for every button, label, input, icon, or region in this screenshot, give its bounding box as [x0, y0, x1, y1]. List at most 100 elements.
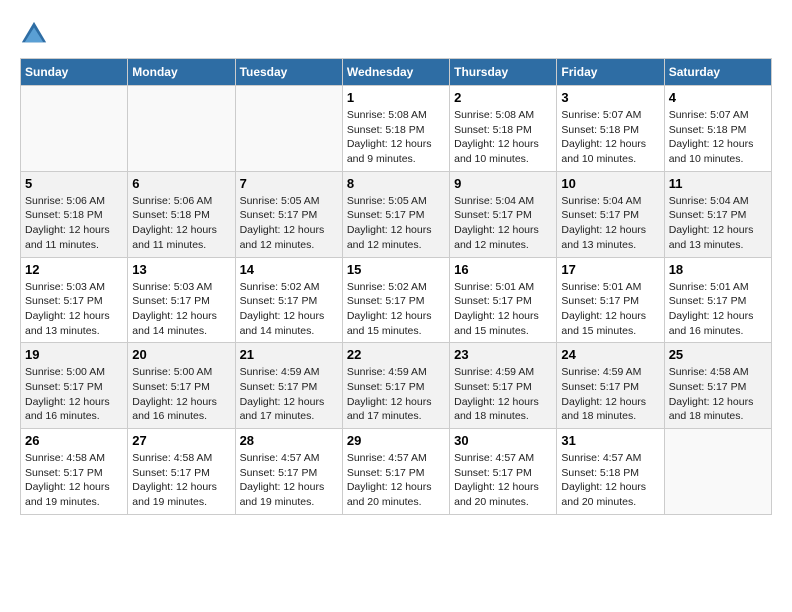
day-info: Sunrise: 4:57 AM Sunset: 5:17 PM Dayligh…: [240, 451, 338, 510]
day-info: Sunrise: 5:05 AM Sunset: 5:17 PM Dayligh…: [240, 194, 338, 253]
calendar-cell: 7 Sunrise: 5:05 AM Sunset: 5:17 PM Daylig…: [235, 171, 342, 257]
calendar-cell: [235, 86, 342, 172]
calendar-cell: 4 Sunrise: 5:07 AM Sunset: 5:18 PM Daylig…: [664, 86, 771, 172]
calendar-cell: 29 Sunrise: 4:57 AM Sunset: 5:17 PM Dayli…: [342, 429, 449, 515]
day-info: Sunrise: 4:58 AM Sunset: 5:17 PM Dayligh…: [669, 365, 767, 424]
calendar-cell: [664, 429, 771, 515]
calendar-cell: 11Sunrise: 5:04 AM Sunset: 5:17 PM Dayli…: [664, 171, 771, 257]
day-info: Sunrise: 5:02 AM Sunset: 5:17 PM Dayligh…: [240, 280, 338, 339]
calendar-cell: 13 Sunrise: 5:03 AM Sunset: 5:17 PM Dayli…: [128, 257, 235, 343]
day-number: 18: [669, 262, 767, 277]
logo: [20, 20, 52, 48]
calendar-cell: 8 Sunrise: 5:05 AM Sunset: 5:17 PM Daylig…: [342, 171, 449, 257]
day-info: Sunrise: 4:57 AM Sunset: 5:17 PM Dayligh…: [347, 451, 445, 510]
calendar-cell: [128, 86, 235, 172]
day-number: 31: [561, 433, 659, 448]
calendar-cell: 26Sunrise: 4:58 AM Sunset: 5:17 PM Dayli…: [21, 429, 128, 515]
day-info: Sunrise: 5:03 AM Sunset: 5:17 PM Dayligh…: [132, 280, 230, 339]
day-info: Sunrise: 4:59 AM Sunset: 5:17 PM Dayligh…: [347, 365, 445, 424]
day-info: Sunrise: 5:08 AM Sunset: 5:18 PM Dayligh…: [454, 108, 552, 167]
day-number: 22: [347, 347, 445, 362]
day-info: Sunrise: 5:07 AM Sunset: 5:18 PM Dayligh…: [561, 108, 659, 167]
calendar-cell: 31 Sunrise: 4:57 AM Sunset: 5:18 PM Dayli…: [557, 429, 664, 515]
calendar-cell: 15 Sunrise: 5:02 AM Sunset: 5:17 PM Dayli…: [342, 257, 449, 343]
day-info: Sunrise: 5:01 AM Sunset: 5:17 PM Dayligh…: [561, 280, 659, 339]
calendar-cell: 23 Sunrise: 4:59 AM Sunset: 5:17 PM Dayli…: [450, 343, 557, 429]
day-of-week-header: Wednesday: [342, 59, 449, 86]
day-number: 23: [454, 347, 552, 362]
calendar-week-row: 12 Sunrise: 5:03 AM Sunset: 5:17 PM Dayli…: [21, 257, 772, 343]
calendar-cell: 28 Sunrise: 4:57 AM Sunset: 5:17 PM Dayli…: [235, 429, 342, 515]
day-number: 24: [561, 347, 659, 362]
day-number: 16: [454, 262, 552, 277]
day-info: Sunrise: 5:00 AM Sunset: 5:17 PM Dayligh…: [132, 365, 230, 424]
day-info: Sunrise: 5:03 AM Sunset: 5:17 PM Dayligh…: [25, 280, 123, 339]
day-number: 29: [347, 433, 445, 448]
day-number: 6: [132, 176, 230, 191]
day-info: Sunrise: 4:59 AM Sunset: 5:17 PM Dayligh…: [561, 365, 659, 424]
day-info: Sunrise: 5:06 AM Sunset: 5:18 PM Dayligh…: [25, 194, 123, 253]
day-of-week-header: Thursday: [450, 59, 557, 86]
calendar-cell: 17 Sunrise: 5:01 AM Sunset: 5:17 PM Dayli…: [557, 257, 664, 343]
day-number: 1: [347, 90, 445, 105]
day-number: 2: [454, 90, 552, 105]
calendar-cell: [21, 86, 128, 172]
day-info: Sunrise: 5:01 AM Sunset: 5:17 PM Dayligh…: [454, 280, 552, 339]
calendar-cell: 12 Sunrise: 5:03 AM Sunset: 5:17 PM Dayli…: [21, 257, 128, 343]
logo-icon: [20, 20, 48, 48]
day-info: Sunrise: 5:08 AM Sunset: 5:18 PM Dayligh…: [347, 108, 445, 167]
day-info: Sunrise: 5:07 AM Sunset: 5:18 PM Dayligh…: [669, 108, 767, 167]
calendar-cell: 9 Sunrise: 5:04 AM Sunset: 5:17 PM Daylig…: [450, 171, 557, 257]
calendar-cell: 3 Sunrise: 5:07 AM Sunset: 5:18 PM Daylig…: [557, 86, 664, 172]
day-info: Sunrise: 4:59 AM Sunset: 5:17 PM Dayligh…: [454, 365, 552, 424]
day-info: Sunrise: 5:02 AM Sunset: 5:17 PM Dayligh…: [347, 280, 445, 339]
day-number: 4: [669, 90, 767, 105]
day-number: 9: [454, 176, 552, 191]
day-of-week-header: Friday: [557, 59, 664, 86]
calendar-week-row: 5Sunrise: 5:06 AM Sunset: 5:18 PM Daylig…: [21, 171, 772, 257]
day-info: Sunrise: 5:05 AM Sunset: 5:17 PM Dayligh…: [347, 194, 445, 253]
calendar-week-row: 19 Sunrise: 5:00 AM Sunset: 5:17 PM Dayli…: [21, 343, 772, 429]
day-number: 21: [240, 347, 338, 362]
calendar-cell: 25 Sunrise: 4:58 AM Sunset: 5:17 PM Dayli…: [664, 343, 771, 429]
day-info: Sunrise: 5:04 AM Sunset: 5:17 PM Dayligh…: [454, 194, 552, 253]
day-number: 7: [240, 176, 338, 191]
calendar-table: SundayMondayTuesdayWednesdayThursdayFrid…: [20, 58, 772, 515]
day-info: Sunrise: 5:00 AM Sunset: 5:17 PM Dayligh…: [25, 365, 123, 424]
day-number: 27: [132, 433, 230, 448]
day-info: Sunrise: 4:58 AM Sunset: 5:17 PM Dayligh…: [132, 451, 230, 510]
calendar-cell: 27 Sunrise: 4:58 AM Sunset: 5:17 PM Dayli…: [128, 429, 235, 515]
day-number: 8: [347, 176, 445, 191]
calendar-cell: 24 Sunrise: 4:59 AM Sunset: 5:17 PM Dayli…: [557, 343, 664, 429]
day-number: 28: [240, 433, 338, 448]
day-info: Sunrise: 4:59 AM Sunset: 5:17 PM Dayligh…: [240, 365, 338, 424]
day-number: 15: [347, 262, 445, 277]
calendar-week-row: 26Sunrise: 4:58 AM Sunset: 5:17 PM Dayli…: [21, 429, 772, 515]
day-number: 19: [25, 347, 123, 362]
day-of-week-header: Sunday: [21, 59, 128, 86]
day-number: 3: [561, 90, 659, 105]
calendar-cell: 10 Sunrise: 5:04 AM Sunset: 5:17 PM Dayli…: [557, 171, 664, 257]
calendar-header-row: SundayMondayTuesdayWednesdayThursdayFrid…: [21, 59, 772, 86]
day-number: 25: [669, 347, 767, 362]
calendar-week-row: 1 Sunrise: 5:08 AM Sunset: 5:18 PM Daylig…: [21, 86, 772, 172]
calendar-cell: 22 Sunrise: 4:59 AM Sunset: 5:17 PM Dayli…: [342, 343, 449, 429]
day-number: 12: [25, 262, 123, 277]
day-info: Sunrise: 4:58 AM Sunset: 5:17 PM Dayligh…: [25, 451, 123, 510]
calendar-cell: 20Sunrise: 5:00 AM Sunset: 5:17 PM Dayli…: [128, 343, 235, 429]
day-info: Sunrise: 5:04 AM Sunset: 5:17 PM Dayligh…: [669, 194, 767, 253]
day-info: Sunrise: 5:04 AM Sunset: 5:17 PM Dayligh…: [561, 194, 659, 253]
day-of-week-header: Tuesday: [235, 59, 342, 86]
day-number: 17: [561, 262, 659, 277]
day-info: Sunrise: 4:57 AM Sunset: 5:18 PM Dayligh…: [561, 451, 659, 510]
calendar-cell: 21 Sunrise: 4:59 AM Sunset: 5:17 PM Dayli…: [235, 343, 342, 429]
calendar-cell: 1 Sunrise: 5:08 AM Sunset: 5:18 PM Daylig…: [342, 86, 449, 172]
day-number: 30: [454, 433, 552, 448]
calendar-cell: 30Sunrise: 4:57 AM Sunset: 5:17 PM Dayli…: [450, 429, 557, 515]
day-number: 13: [132, 262, 230, 277]
calendar-cell: 18Sunrise: 5:01 AM Sunset: 5:17 PM Dayli…: [664, 257, 771, 343]
page-header: [20, 20, 772, 48]
calendar-cell: 5Sunrise: 5:06 AM Sunset: 5:18 PM Daylig…: [21, 171, 128, 257]
day-number: 14: [240, 262, 338, 277]
day-number: 10: [561, 176, 659, 191]
